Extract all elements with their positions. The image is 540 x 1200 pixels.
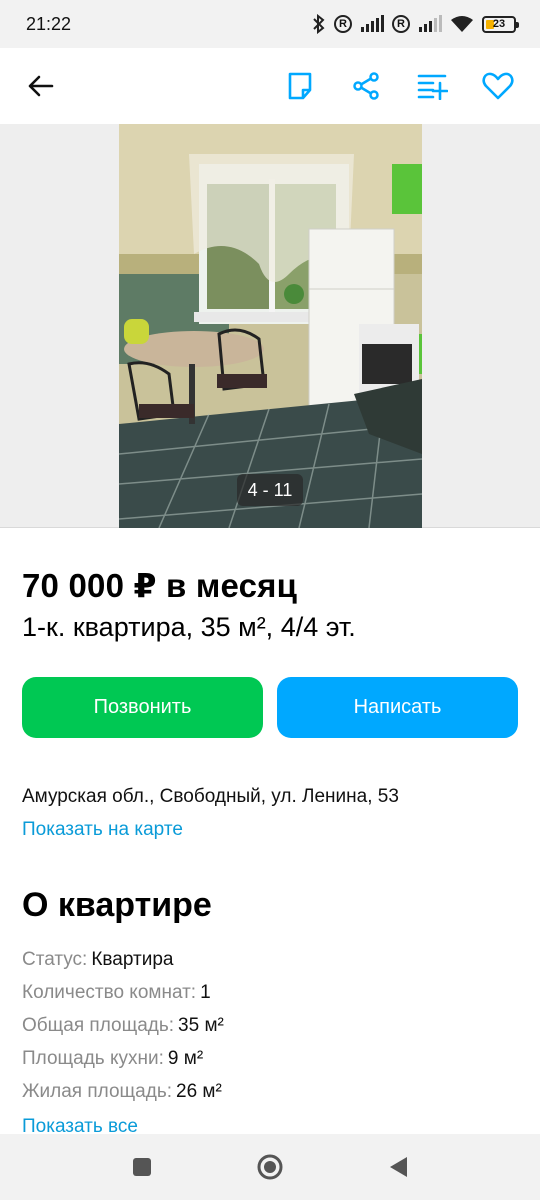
param-key: Количество комнат: bbox=[22, 981, 197, 1003]
share-icon[interactable] bbox=[344, 64, 388, 108]
photo-gallery[interactable]: 4 - 11 bbox=[0, 124, 540, 528]
call-button[interactable]: Позвонить bbox=[22, 677, 263, 738]
home-circle-icon[interactable] bbox=[250, 1147, 290, 1187]
signal-icon bbox=[418, 15, 442, 33]
message-button[interactable]: Написать bbox=[277, 677, 518, 738]
about-section-title: О квартире bbox=[22, 886, 212, 924]
recents-square-icon[interactable] bbox=[122, 1147, 162, 1187]
status-bar: 21:22 R R 23 bbox=[0, 0, 540, 48]
param-row: Общая площадь: 35 м² bbox=[22, 1009, 224, 1042]
params-list: Статус: Квартира Количество комнат: 1 Об… bbox=[22, 943, 224, 1108]
param-value: 9 м² bbox=[167, 1047, 204, 1069]
compare-icon[interactable] bbox=[410, 64, 454, 108]
apartment-photo[interactable] bbox=[119, 124, 422, 528]
show-on-map-link[interactable]: Показать на карте bbox=[22, 819, 183, 841]
param-key: Жилая площадь: bbox=[22, 1080, 172, 1102]
status-time: 21:22 bbox=[26, 13, 72, 34]
param-key: Площадь кухни: bbox=[22, 1047, 164, 1069]
battery-level: 23 bbox=[492, 18, 506, 30]
app-bar bbox=[0, 48, 540, 124]
listing-price: 70 000 ₽ в месяц bbox=[22, 567, 298, 604]
back-triangle-icon[interactable] bbox=[378, 1147, 418, 1187]
back-arrow-icon[interactable] bbox=[20, 66, 60, 106]
param-value: 26 м² bbox=[176, 1080, 222, 1102]
photo-counter: 4 - 11 bbox=[237, 474, 303, 506]
heart-icon[interactable] bbox=[476, 64, 520, 108]
param-value: 1 bbox=[200, 981, 211, 1003]
note-icon[interactable] bbox=[278, 64, 322, 108]
param-key: Статус: bbox=[22, 948, 88, 970]
battery-icon: 23 bbox=[482, 15, 519, 33]
param-row: Количество комнат: 1 bbox=[22, 976, 224, 1009]
param-row: Жилая площадь: 26 м² bbox=[22, 1075, 224, 1108]
param-row: Площадь кухни: 9 м² bbox=[22, 1042, 224, 1075]
listing-subtitle: 1-к. квартира, 35 м², 4/4 эт. bbox=[22, 612, 356, 642]
param-value: 35 м² bbox=[178, 1014, 224, 1036]
bluetooth-icon bbox=[312, 14, 326, 34]
param-key: Общая площадь: bbox=[22, 1014, 175, 1036]
system-nav-bar bbox=[0, 1134, 540, 1200]
signal-icon bbox=[360, 15, 384, 33]
registered-icon: R bbox=[392, 15, 410, 33]
listing-address: Амурская обл., Свободный, ул. Ленина, 53 bbox=[22, 786, 399, 807]
param-row: Статус: Квартира bbox=[22, 943, 224, 976]
param-value: Квартира bbox=[91, 948, 174, 970]
wifi-icon bbox=[450, 15, 474, 33]
registered-icon: R bbox=[334, 15, 352, 33]
